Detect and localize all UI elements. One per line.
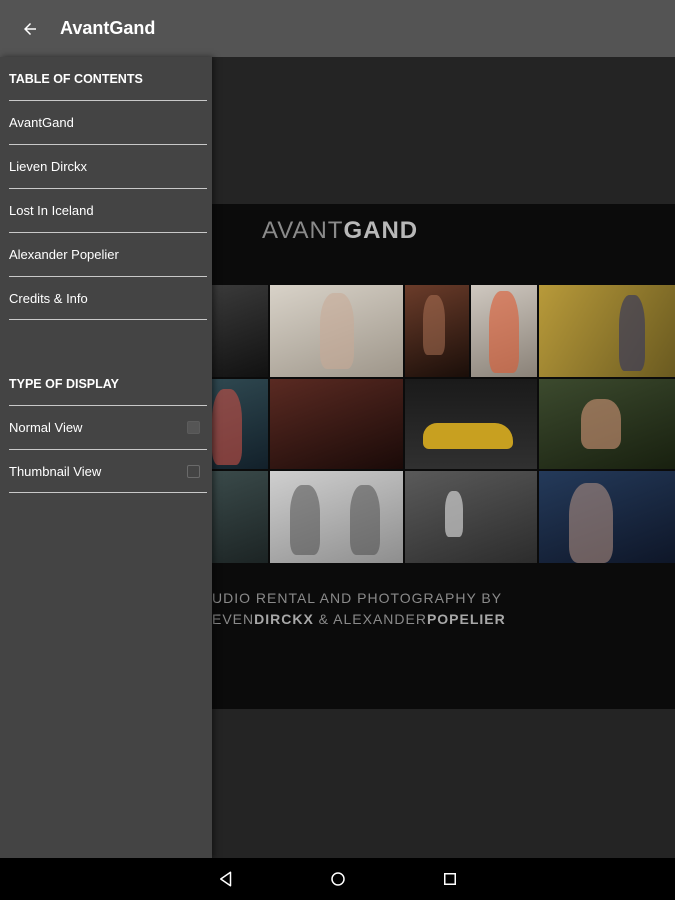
normal-view-checkbox[interactable]: [187, 421, 200, 434]
photo-thumb: [270, 471, 403, 563]
navigation-drawer: TABLE OF CONTENTS AvantGand Lieven Dirck…: [0, 57, 212, 858]
photo-thumb: [471, 285, 537, 377]
display-option-thumbnail[interactable]: Thumbnail View: [9, 449, 207, 493]
system-nav-bar: [0, 858, 675, 900]
photo-thumb: [270, 379, 403, 469]
toc-item-credits-info[interactable]: Credits & Info: [9, 276, 207, 320]
nav-home-button[interactable]: [328, 869, 348, 889]
photo-thumb: [270, 285, 403, 377]
logo-light-text: AVANT: [262, 217, 344, 244]
photo-thumb: [539, 471, 675, 563]
logo-bold-text: GAND: [343, 217, 419, 244]
photo-thumb: [212, 379, 268, 469]
display-option-label: Thumbnail View: [9, 463, 102, 479]
cover-tagline: UDIO RENTAL AND PHOTOGRAPHY BY EVENDIRCK…: [212, 588, 506, 630]
tagline-bold2: POPELIER: [426, 611, 506, 627]
display-option-normal[interactable]: Normal View: [9, 405, 207, 449]
tagline-pre: EVEN: [212, 611, 255, 627]
photo-thumb: [539, 285, 675, 377]
display-option-label: Normal View: [9, 420, 83, 435]
nav-home-icon: [330, 872, 345, 886]
nav-recents-icon: [443, 873, 456, 885]
photo-thumb: [212, 285, 268, 377]
tagline-mid: & ALEXANDER: [313, 611, 427, 627]
toc-item-label: Lost In Iceland: [9, 203, 94, 218]
photo-thumb: [405, 471, 537, 563]
tagline-line1: UDIO RENTAL AND PHOTOGRAPHY BY: [212, 590, 503, 606]
toc-item-avantgand[interactable]: AvantGand: [9, 100, 207, 144]
toc-item-label: Alexander Popelier: [9, 247, 119, 262]
toc-item-alexander-popelier[interactable]: Alexander Popelier: [9, 232, 207, 276]
nav-back-icon: [219, 871, 231, 887]
app-title: AvantGand: [60, 18, 156, 38]
toc-item-lost-in-iceland[interactable]: Lost In Iceland: [9, 188, 207, 232]
toc-item-label: Lieven Dirckx: [9, 159, 88, 174]
photo-thumb: [405, 379, 537, 469]
photo-thumb: [212, 471, 268, 563]
thumbnail-view-checkbox[interactable]: [187, 465, 200, 478]
photo-thumb: [539, 379, 675, 469]
cover-logo: AVANTGAND: [262, 217, 418, 245]
toc-item-lieven-dirckx[interactable]: Lieven Dirckx: [9, 144, 207, 188]
nav-back-button[interactable]: [216, 869, 236, 889]
app-bar: AvantGand: [0, 0, 675, 57]
toc-item-label: Credits & Info: [9, 290, 88, 306]
display-header: TYPE OF DISPLAY: [9, 376, 119, 391]
toc-header: TABLE OF CONTENTS: [9, 71, 143, 86]
photo-thumb: [405, 285, 469, 377]
photo-grid: [212, 285, 675, 563]
arrow-back-icon: [24, 22, 36, 35]
nav-recents-button[interactable]: [440, 869, 460, 889]
tagline-line2: EVENDIRCKX & ALEXANDERPOPELIER: [212, 609, 506, 630]
toc-item-label: AvantGand: [9, 115, 74, 130]
back-button[interactable]: [0, 0, 60, 57]
tagline-bold1: DIRCKX: [254, 611, 314, 627]
